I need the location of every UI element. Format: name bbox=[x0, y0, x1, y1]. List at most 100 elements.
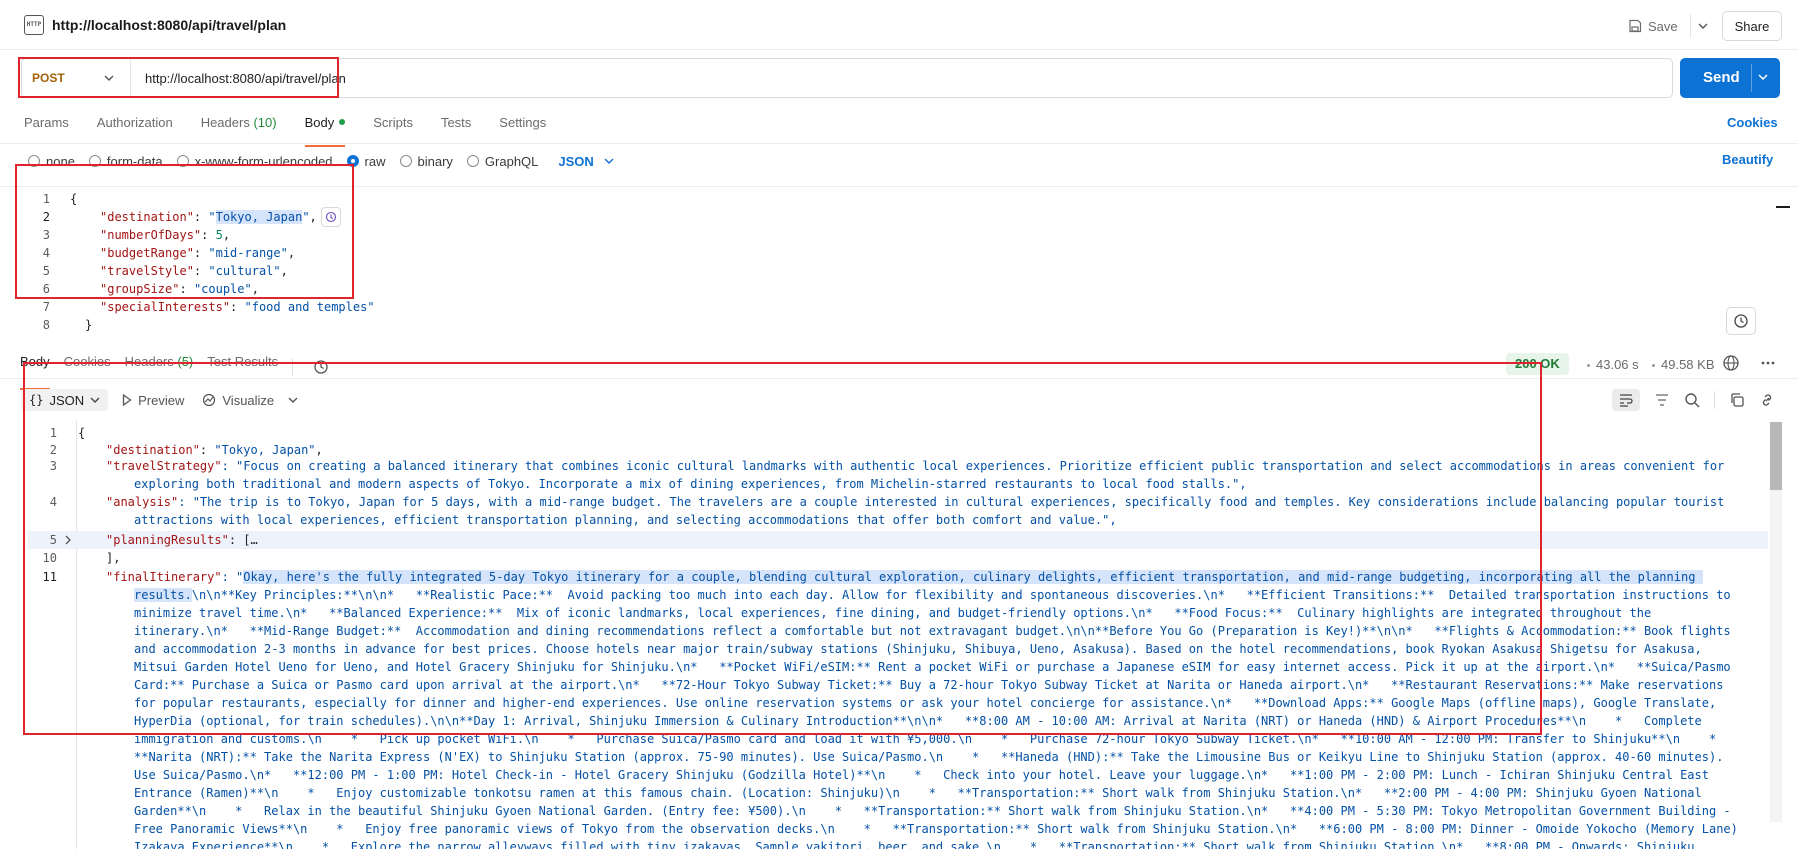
code-text: "numberOfDays": 5, bbox=[100, 228, 231, 242]
chevron-down-icon bbox=[1698, 23, 1707, 29]
radio-urlencoded[interactable]: x-www-form-urlencoded bbox=[176, 154, 333, 169]
link-icon[interactable] bbox=[1759, 392, 1775, 408]
tab-scripts[interactable]: Scripts bbox=[373, 115, 413, 141]
save-label: Save bbox=[1648, 18, 1678, 34]
request-body-editor[interactable]: 1 { 2 "destination": "Tokyo, Japan", 3 "num… bbox=[0, 186, 1798, 342]
radio-raw[interactable]: raw bbox=[346, 154, 386, 169]
response-body-viewer[interactable]: 1{ 2 "destination": "Tokyo, Japan", 3 "tr… bbox=[0, 420, 1798, 849]
collapsed-array[interactable]: [… bbox=[243, 533, 257, 547]
divider bbox=[292, 358, 294, 376]
request-title[interactable]: http://localhost:8080/api/travel/plan bbox=[52, 17, 286, 33]
cookies-link[interactable]: Cookies bbox=[1727, 115, 1778, 130]
radio-circle bbox=[346, 155, 359, 167]
line-number: 4 bbox=[42, 246, 50, 260]
json-string: "Tokyo, Japan" bbox=[208, 210, 310, 224]
line-number: 2 bbox=[42, 210, 50, 224]
braces-icon: {} bbox=[29, 393, 44, 407]
code-text: "specialInterests": "food and temples" bbox=[100, 300, 375, 314]
chevron-down-icon[interactable] bbox=[1757, 70, 1769, 84]
radio-form-data[interactable]: form-data bbox=[88, 154, 163, 169]
tab-response-headers-label: Headers bbox=[124, 354, 174, 369]
tab-response-cookies[interactable]: Cookies bbox=[64, 354, 111, 380]
tab-test-results[interactable]: Test Results bbox=[207, 354, 278, 380]
indent-guide bbox=[76, 420, 77, 849]
tab-settings[interactable]: Settings bbox=[499, 115, 546, 141]
chevron-down-icon[interactable] bbox=[288, 397, 298, 403]
tab-body[interactable]: Body bbox=[304, 115, 346, 147]
response-size[interactable]: 49.58 KB bbox=[1661, 357, 1715, 372]
separator-dot bbox=[1587, 364, 1590, 367]
response-format-select[interactable]: {} JSON bbox=[21, 389, 109, 411]
line-number: 7 bbox=[42, 300, 50, 314]
radio-circle bbox=[28, 155, 40, 167]
scrollbar-thumb[interactable] bbox=[1770, 422, 1782, 490]
tab-authorization[interactable]: Authorization bbox=[97, 115, 173, 141]
send-divider bbox=[1751, 64, 1752, 92]
radio-label: binary bbox=[417, 153, 453, 169]
json-number: 5 bbox=[215, 228, 223, 242]
json-string: "Tokyo, Japan" bbox=[214, 443, 316, 457]
copy-icon[interactable] bbox=[1729, 392, 1745, 408]
tab-tests[interactable]: Tests bbox=[441, 115, 471, 141]
radio-circle bbox=[466, 155, 479, 167]
filter-icon[interactable] bbox=[1654, 393, 1670, 407]
wrapped-value: "analysis": "The trip is to Tokyo, Japan… bbox=[106, 495, 1732, 527]
radio-circle bbox=[399, 155, 412, 167]
line-number: 4 bbox=[49, 495, 57, 509]
wrap-lines-icon bbox=[1620, 394, 1633, 407]
code-text: "budgetRange": "mid-range", bbox=[100, 246, 296, 260]
editor-scroll-indicator bbox=[1776, 206, 1790, 208]
radio-none[interactable]: none bbox=[28, 154, 75, 169]
save-button[interactable]: Save bbox=[1628, 14, 1678, 38]
method-select[interactable]: POST bbox=[32, 71, 65, 85]
chevron-down-icon[interactable] bbox=[104, 71, 114, 85]
status-badge[interactable]: 200 OK bbox=[1506, 353, 1569, 375]
url-input[interactable]: http://localhost:8080/api/travel/plan bbox=[145, 71, 346, 86]
editor-assist-button[interactable] bbox=[1726, 307, 1756, 335]
line-number: 3 bbox=[42, 228, 50, 242]
radio-graphql[interactable]: GraphQL bbox=[466, 154, 538, 169]
sparkle-icon bbox=[325, 211, 337, 223]
wrap-lines-button[interactable] bbox=[1612, 389, 1640, 411]
tab-response-body[interactable]: Body bbox=[20, 354, 50, 390]
save-options-button[interactable] bbox=[1690, 14, 1714, 38]
beautify-button[interactable]: Beautify bbox=[1722, 152, 1773, 167]
json-key: "budgetRange" bbox=[100, 246, 194, 260]
json-string: "mid-range" bbox=[208, 246, 288, 260]
divider bbox=[1714, 391, 1715, 409]
response-toolbar: {} JSON Preview Visualize bbox=[21, 389, 298, 411]
chevron-right-icon[interactable] bbox=[64, 535, 72, 545]
preview-button[interactable]: Preview bbox=[118, 393, 188, 408]
tab-body-label: Body bbox=[304, 115, 335, 130]
ai-suggest-icon[interactable] bbox=[321, 207, 341, 227]
radio-label: none bbox=[46, 153, 75, 169]
body-format-select[interactable]: JSON bbox=[558, 154, 614, 169]
top-bar: HTTP http://localhost:8080/api/travel/pl… bbox=[0, 0, 1798, 50]
line-number: 5 bbox=[49, 533, 57, 547]
search-icon[interactable] bbox=[1684, 392, 1700, 408]
send-button[interactable]: Send bbox=[1680, 58, 1780, 98]
request-tabs: Params Authorization Headers (10) Body S… bbox=[24, 115, 546, 147]
wrapped-value: "finalItinerary": "Okay, here's the full… bbox=[106, 568, 1746, 849]
tab-response-headers[interactable]: Headers (5) bbox=[125, 354, 194, 380]
active-line-highlight bbox=[28, 531, 1768, 549]
history-icon[interactable] bbox=[313, 359, 329, 375]
http-request-icon: HTTP bbox=[24, 15, 44, 35]
more-options-icon[interactable] bbox=[1759, 354, 1777, 372]
divider bbox=[0, 378, 1798, 379]
globe-icon[interactable] bbox=[1722, 354, 1740, 372]
share-button[interactable]: Share bbox=[1722, 11, 1782, 41]
response-time[interactable]: 43.06 s bbox=[1596, 357, 1639, 372]
json-key: "finalItinerary" bbox=[106, 570, 222, 584]
json-string: "The trip is to Tokyo, Japan for 5 days,… bbox=[134, 495, 1732, 527]
tab-headers[interactable]: Headers (10) bbox=[201, 115, 277, 141]
headers-count: (10) bbox=[253, 115, 277, 130]
line-number: 1 bbox=[49, 426, 57, 440]
radio-binary[interactable]: binary bbox=[399, 153, 453, 169]
radio-circle bbox=[176, 155, 189, 167]
visualize-button[interactable]: Visualize bbox=[198, 393, 278, 408]
code-text: "travelStyle": "cultural", bbox=[100, 264, 288, 278]
chevron-down-icon bbox=[90, 397, 100, 403]
code-text: "groupSize": "couple", bbox=[100, 282, 259, 296]
tab-params[interactable]: Params bbox=[24, 115, 69, 141]
